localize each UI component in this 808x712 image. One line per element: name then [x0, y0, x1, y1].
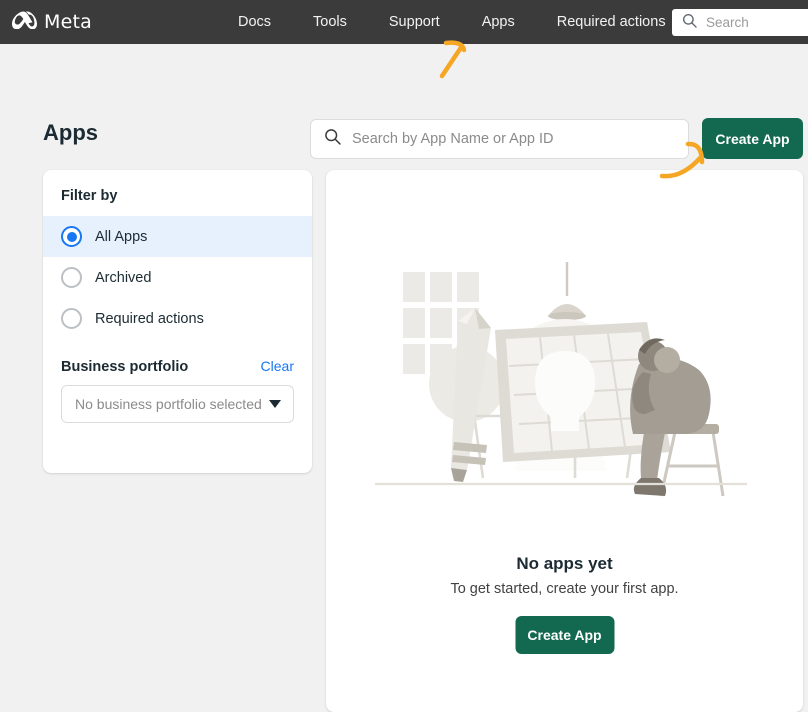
- business-portfolio-title: Business portfolio: [61, 359, 188, 375]
- create-app-button-header[interactable]: Create App: [702, 118, 803, 159]
- app-search-input[interactable]: Search by App Name or App ID: [310, 119, 689, 159]
- chevron-down-icon: [269, 400, 281, 408]
- filter-option-label: All Apps: [95, 229, 147, 245]
- app-search-placeholder: Search by App Name or App ID: [352, 131, 554, 147]
- create-app-button-empty-state[interactable]: Create App: [515, 616, 614, 654]
- filter-panel: Filter by All Apps Archived Required act…: [43, 170, 312, 473]
- global-search-box[interactable]: Search: [672, 9, 808, 36]
- search-icon: [682, 13, 697, 33]
- nav-item-required-actions[interactable]: Required actions: [557, 14, 666, 30]
- filter-option-all-apps[interactable]: All Apps: [43, 216, 312, 257]
- filter-option-label: Required actions: [95, 311, 204, 327]
- business-portfolio-value: No business portfolio selected: [75, 396, 262, 412]
- top-navigation-bar: Meta Docs Tools Support Apps Required ac…: [0, 0, 808, 44]
- search-icon: [324, 128, 341, 150]
- empty-state-title: No apps yet: [326, 554, 803, 574]
- empty-state-subtitle: To get started, create your first app.: [326, 581, 803, 597]
- brand-name: Meta: [44, 11, 92, 33]
- page-title: Apps: [43, 120, 98, 146]
- radio-icon[interactable]: [61, 308, 82, 329]
- radio-icon[interactable]: [61, 267, 82, 288]
- main-nav: Docs Tools Support Apps Required actions: [238, 14, 666, 30]
- nav-item-tools[interactable]: Tools: [313, 14, 347, 30]
- nav-item-docs[interactable]: Docs: [238, 14, 271, 30]
- filter-option-label: Archived: [95, 270, 151, 286]
- business-portfolio-select[interactable]: No business portfolio selected: [61, 385, 294, 423]
- meta-infinity-logo-icon: [12, 11, 38, 34]
- filter-option-required-actions[interactable]: Required actions: [43, 298, 312, 339]
- radio-icon-selected[interactable]: [61, 226, 82, 247]
- clear-link[interactable]: Clear: [261, 358, 294, 374]
- nav-item-support[interactable]: Support: [389, 14, 440, 30]
- page-body: Apps Search by App Name or App ID Create…: [0, 44, 808, 676]
- filter-heading: Filter by: [61, 188, 312, 204]
- meta-brand[interactable]: Meta: [12, 11, 92, 34]
- person-at-easel-illustration: [375, 256, 755, 511]
- business-portfolio-header: Business portfolio Clear: [61, 358, 294, 375]
- nav-item-apps[interactable]: Apps: [482, 14, 515, 30]
- apps-content-card: No apps yet To get started, create your …: [326, 170, 803, 712]
- global-search-placeholder: Search: [706, 15, 749, 30]
- filter-option-archived[interactable]: Archived: [43, 257, 312, 298]
